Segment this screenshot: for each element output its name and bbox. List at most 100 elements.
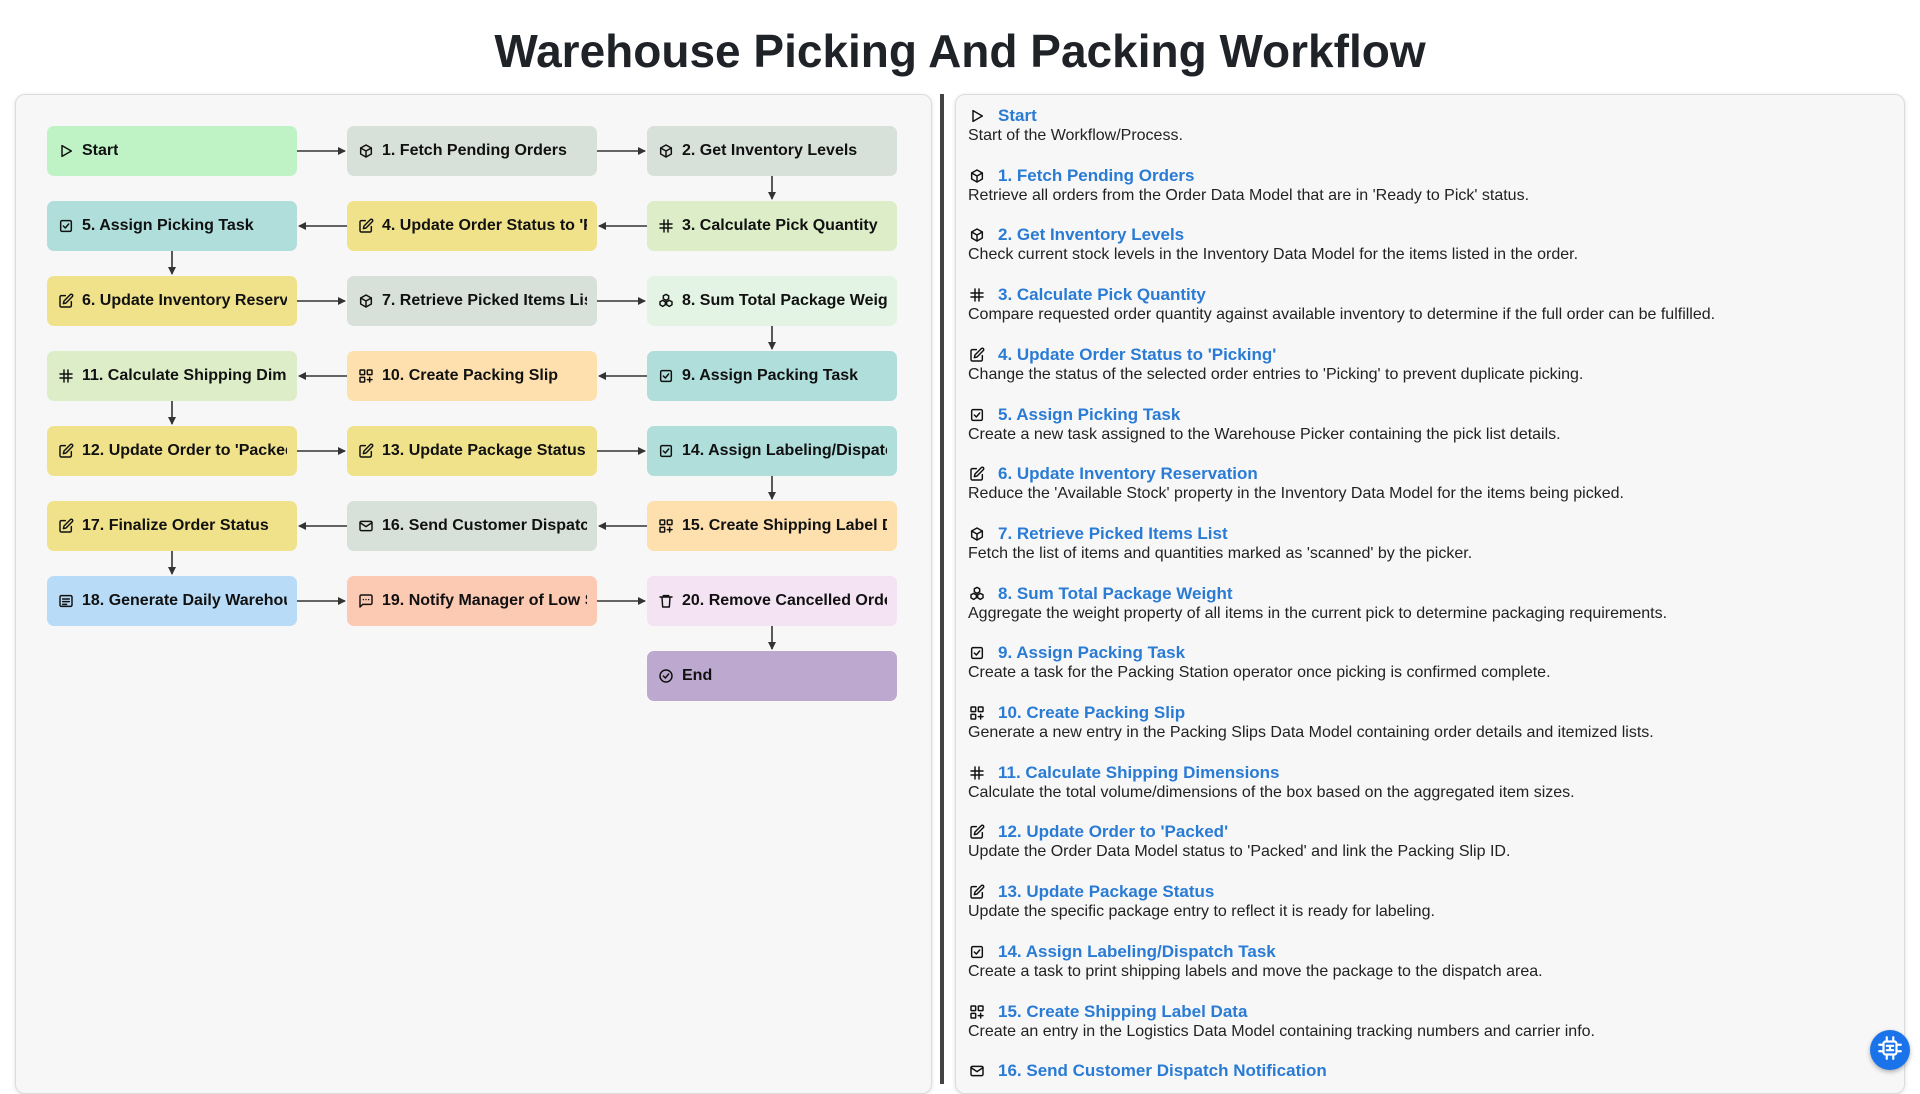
edit-icon [57, 517, 75, 535]
step-header: 13. Update Package Status [968, 881, 1888, 903]
step-title-link[interactable]: 3. Calculate Pick Quantity [998, 285, 1206, 305]
step-header: 14. Assign Labeling/Dispatch Task [968, 941, 1888, 963]
flow-node[interactable]: 20. Remove Cancelled Orders [647, 576, 897, 626]
step-title-link[interactable]: 16. Send Customer Dispatch Notification [998, 1061, 1327, 1081]
panel-divider[interactable] [940, 94, 944, 1084]
step-title-link[interactable]: 14. Assign Labeling/Dispatch Task [998, 942, 1276, 962]
step-item: 5. Assign Picking Task Create a new task … [968, 404, 1888, 444]
flow-node-label: 12. Update Order to 'Packed' [82, 442, 287, 459]
step-title-link[interactable]: 11. Calculate Shipping Dimensions [998, 763, 1280, 783]
step-title-link[interactable]: 10. Create Packing Slip [998, 703, 1185, 723]
step-header: 16. Send Customer Dispatch Notification [968, 1060, 1888, 1082]
grid-plus-icon [968, 1003, 986, 1021]
step-item: 13. Update Package Status Update the spec… [968, 881, 1888, 921]
flow-node[interactable]: 11. Calculate Shipping Dimensions [47, 351, 297, 401]
play-icon [57, 142, 75, 160]
chip-icon [1877, 1035, 1903, 1066]
flow-node[interactable]: 6. Update Inventory Reservation [47, 276, 297, 326]
step-title-link[interactable]: 7. Retrieve Picked Items List [998, 524, 1228, 544]
cubes-icon [657, 292, 675, 310]
cube-icon [968, 226, 986, 244]
step-title-link[interactable]: 12. Update Order to 'Packed' [998, 822, 1228, 842]
edit-icon [968, 823, 986, 841]
step-item: 11. Calculate Shipping Dimensions Calcula… [968, 762, 1888, 802]
grid-plus-icon [657, 517, 675, 535]
flow-node-label: 20. Remove Cancelled Orders [682, 592, 887, 609]
step-description: Fetch the list of items and quantities m… [968, 544, 1473, 562]
flow-node[interactable]: 13. Update Package Status [347, 426, 597, 476]
step-title-link[interactable]: 6. Update Inventory Reservation [998, 464, 1258, 484]
flow-node-label: 9. Assign Packing Task [682, 367, 859, 384]
step-item: 8. Sum Total Package Weight Aggregate the… [968, 583, 1888, 623]
step-description: Calculate the total volume/dimensions of… [968, 783, 1575, 801]
flow-node[interactable]: 16. Send Customer Dispatch Notification [347, 501, 597, 551]
flow-node[interactable]: End [647, 651, 897, 701]
step-item: 14. Assign Labeling/Dispatch Task Create … [968, 941, 1888, 981]
step-title-link[interactable]: 9. Assign Packing Task [998, 643, 1185, 663]
flow-node-label: 18. Generate Daily Warehouse Report [82, 592, 287, 609]
step-item: 12. Update Order to 'Packed' Update the O… [968, 821, 1888, 861]
flow-node[interactable]: 12. Update Order to 'Packed' [47, 426, 297, 476]
cube-icon [968, 525, 986, 543]
hash-icon [968, 764, 986, 782]
mail-icon [968, 1062, 986, 1080]
flow-node[interactable]: 9. Assign Packing Task [647, 351, 897, 401]
flow-node[interactable]: 14. Assign Labeling/Dispatch Task [647, 426, 897, 476]
steps-panel: Start Start of the Workflow/Process. 1. Fe… [955, 94, 1905, 1094]
step-item: 7. Retrieve Picked Items List Fetch the l… [968, 523, 1888, 563]
step-title-link[interactable]: 4. Update Order Status to 'Picking' [998, 345, 1276, 365]
flow-node[interactable]: 10. Create Packing Slip [347, 351, 597, 401]
step-title-link[interactable]: 2. Get Inventory Levels [998, 225, 1184, 245]
flow-node[interactable]: 17. Finalize Order Status [47, 501, 297, 551]
step-title-link[interactable]: 1. Fetch Pending Orders [998, 166, 1195, 186]
flow-node[interactable]: 3. Calculate Pick Quantity [647, 201, 897, 251]
flow-node-label: 14. Assign Labeling/Dispatch Task [682, 442, 887, 459]
step-item: 9. Assign Packing Task Create a task for … [968, 642, 1888, 682]
step-title-link[interactable]: 15. Create Shipping Label Data [998, 1002, 1247, 1022]
step-header: 12. Update Order to 'Packed' [968, 821, 1888, 843]
step-header: 4. Update Order Status to 'Picking' [968, 344, 1888, 366]
flow-node[interactable]: 2. Get Inventory Levels [647, 126, 897, 176]
step-description: Compare requested order quantity against… [968, 306, 1716, 324]
report-icon [57, 592, 75, 610]
flow-node[interactable]: 7. Retrieve Picked Items List [347, 276, 597, 326]
flow-node-label: 19. Notify Manager of Low Stock [382, 592, 587, 609]
step-header: 8. Sum Total Package Weight [968, 583, 1888, 605]
step-header: 1. Fetch Pending Orders [968, 165, 1888, 187]
step-description: Reduce the 'Available Stock' property in… [968, 485, 1624, 503]
step-item: 16. Send Customer Dispatch Notification [968, 1060, 1888, 1082]
assistant-button[interactable] [1870, 1030, 1910, 1070]
mail-icon [357, 517, 375, 535]
flow-node[interactable]: 4. Update Order Status to 'Picking' [347, 201, 597, 251]
step-item: 15. Create Shipping Label Data Create an … [968, 1001, 1888, 1041]
hash-icon [57, 367, 75, 385]
trash-icon [657, 592, 675, 610]
step-title-link[interactable]: 13. Update Package Status [998, 882, 1214, 902]
checkbox-icon [657, 442, 675, 460]
step-description: Aggregate the weight property of all ite… [968, 604, 1668, 622]
play-icon [968, 107, 986, 125]
flow-node[interactable]: 5. Assign Picking Task [47, 201, 297, 251]
flow-node-label: 6. Update Inventory Reservation [82, 292, 287, 309]
step-item: 3. Calculate Pick Quantity Compare reques… [968, 284, 1888, 324]
flow-node-label: 11. Calculate Shipping Dimensions [82, 367, 287, 384]
hash-icon [968, 286, 986, 304]
grid-plus-icon [357, 367, 375, 385]
flow-node-label: Start [82, 142, 119, 159]
flow-node[interactable]: 19. Notify Manager of Low Stock [347, 576, 597, 626]
flow-node[interactable]: 15. Create Shipping Label Data [647, 501, 897, 551]
flow-node[interactable]: Start [47, 126, 297, 176]
flow-node[interactable]: 18. Generate Daily Warehouse Report [47, 576, 297, 626]
step-description: Update the specific package entry to ref… [968, 903, 1435, 921]
flow-node[interactable]: 8. Sum Total Package Weight [647, 276, 897, 326]
flow-node-label: 1. Fetch Pending Orders [382, 142, 567, 159]
flow-node[interactable]: 1. Fetch Pending Orders [347, 126, 597, 176]
step-title-link[interactable]: 5. Assign Picking Task [998, 405, 1180, 425]
step-title-link[interactable]: 8. Sum Total Package Weight [998, 584, 1233, 604]
edit-icon [357, 442, 375, 460]
flow-node-label: 10. Create Packing Slip [382, 367, 559, 384]
step-header: 9. Assign Packing Task [968, 642, 1888, 664]
grid-plus-icon [968, 704, 986, 722]
step-description: Create an entry in the Logistics Data Mo… [968, 1022, 1595, 1040]
step-title-link[interactable]: Start [998, 106, 1037, 126]
